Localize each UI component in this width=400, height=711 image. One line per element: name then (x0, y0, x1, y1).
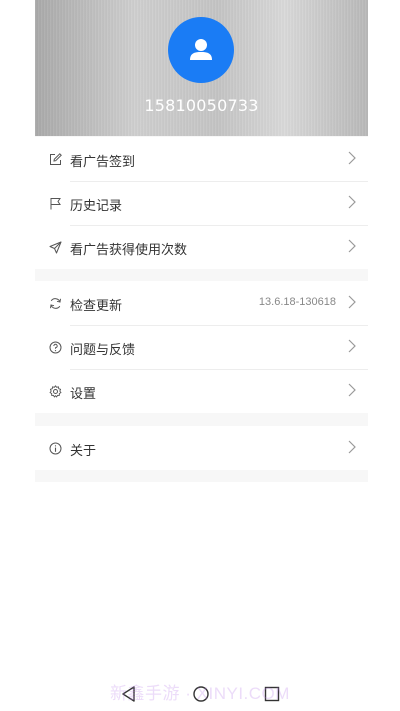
chevron-right-icon (348, 195, 356, 209)
chevron-right-icon (348, 440, 356, 454)
user-icon (190, 39, 212, 60)
menu-item-ad-signin[interactable]: 看广告签到 (35, 137, 368, 181)
menu-item-label: 设置 (70, 387, 97, 402)
send-icon (49, 241, 62, 254)
menu-item-history[interactable]: 历史记录 (35, 181, 368, 225)
menu-item-ad-usage[interactable]: 看广告获得使用次数 (35, 225, 368, 269)
chevron-right-icon (348, 151, 356, 165)
edit-icon (50, 153, 62, 165)
profile-page: 15810050733 看广告签到 历史记录 看广告获得使用次数 检查更新 13… (35, 0, 368, 482)
menu-item-label: 历史记录 (70, 199, 123, 214)
refresh-icon (50, 298, 61, 309)
gear-icon (49, 385, 62, 398)
menu-item-label: 检查更新 (70, 299, 123, 314)
menu-group-2: 检查更新 13.6.18-130618 问题与反馈 设置 (35, 281, 368, 413)
menu-group-3: 关于 (35, 426, 368, 470)
menu-item-label: 问题与反馈 (70, 343, 136, 358)
chevron-right-icon (348, 295, 356, 309)
menu-item-label: 看广告获得使用次数 (70, 243, 188, 258)
menu-item-label: 关于 (70, 444, 97, 459)
avatar[interactable] (168, 17, 234, 83)
watermark-text: 新鑫手游 · XINYI.COM (110, 684, 290, 703)
phone-number: 15810050733 (144, 96, 259, 115)
question-circle-icon (49, 341, 62, 354)
flag-icon (50, 198, 61, 210)
profile-header: 15810050733 (35, 0, 368, 136)
menu-item-about[interactable]: 关于 (35, 426, 368, 470)
menu-item-check-update[interactable]: 检查更新 13.6.18-130618 (35, 281, 368, 325)
chevron-right-icon (348, 383, 356, 397)
chevron-right-icon (348, 239, 356, 253)
info-circle-icon (49, 442, 62, 455)
menu-group-1: 看广告签到 历史记录 看广告获得使用次数 (35, 137, 368, 269)
version-value: 13.6.18-130618 (258, 296, 336, 308)
menu-item-label: 看广告签到 (70, 155, 136, 170)
menu-item-feedback[interactable]: 问题与反馈 (35, 325, 368, 369)
chevron-right-icon (348, 339, 356, 353)
menu-item-settings[interactable]: 设置 (35, 369, 368, 413)
